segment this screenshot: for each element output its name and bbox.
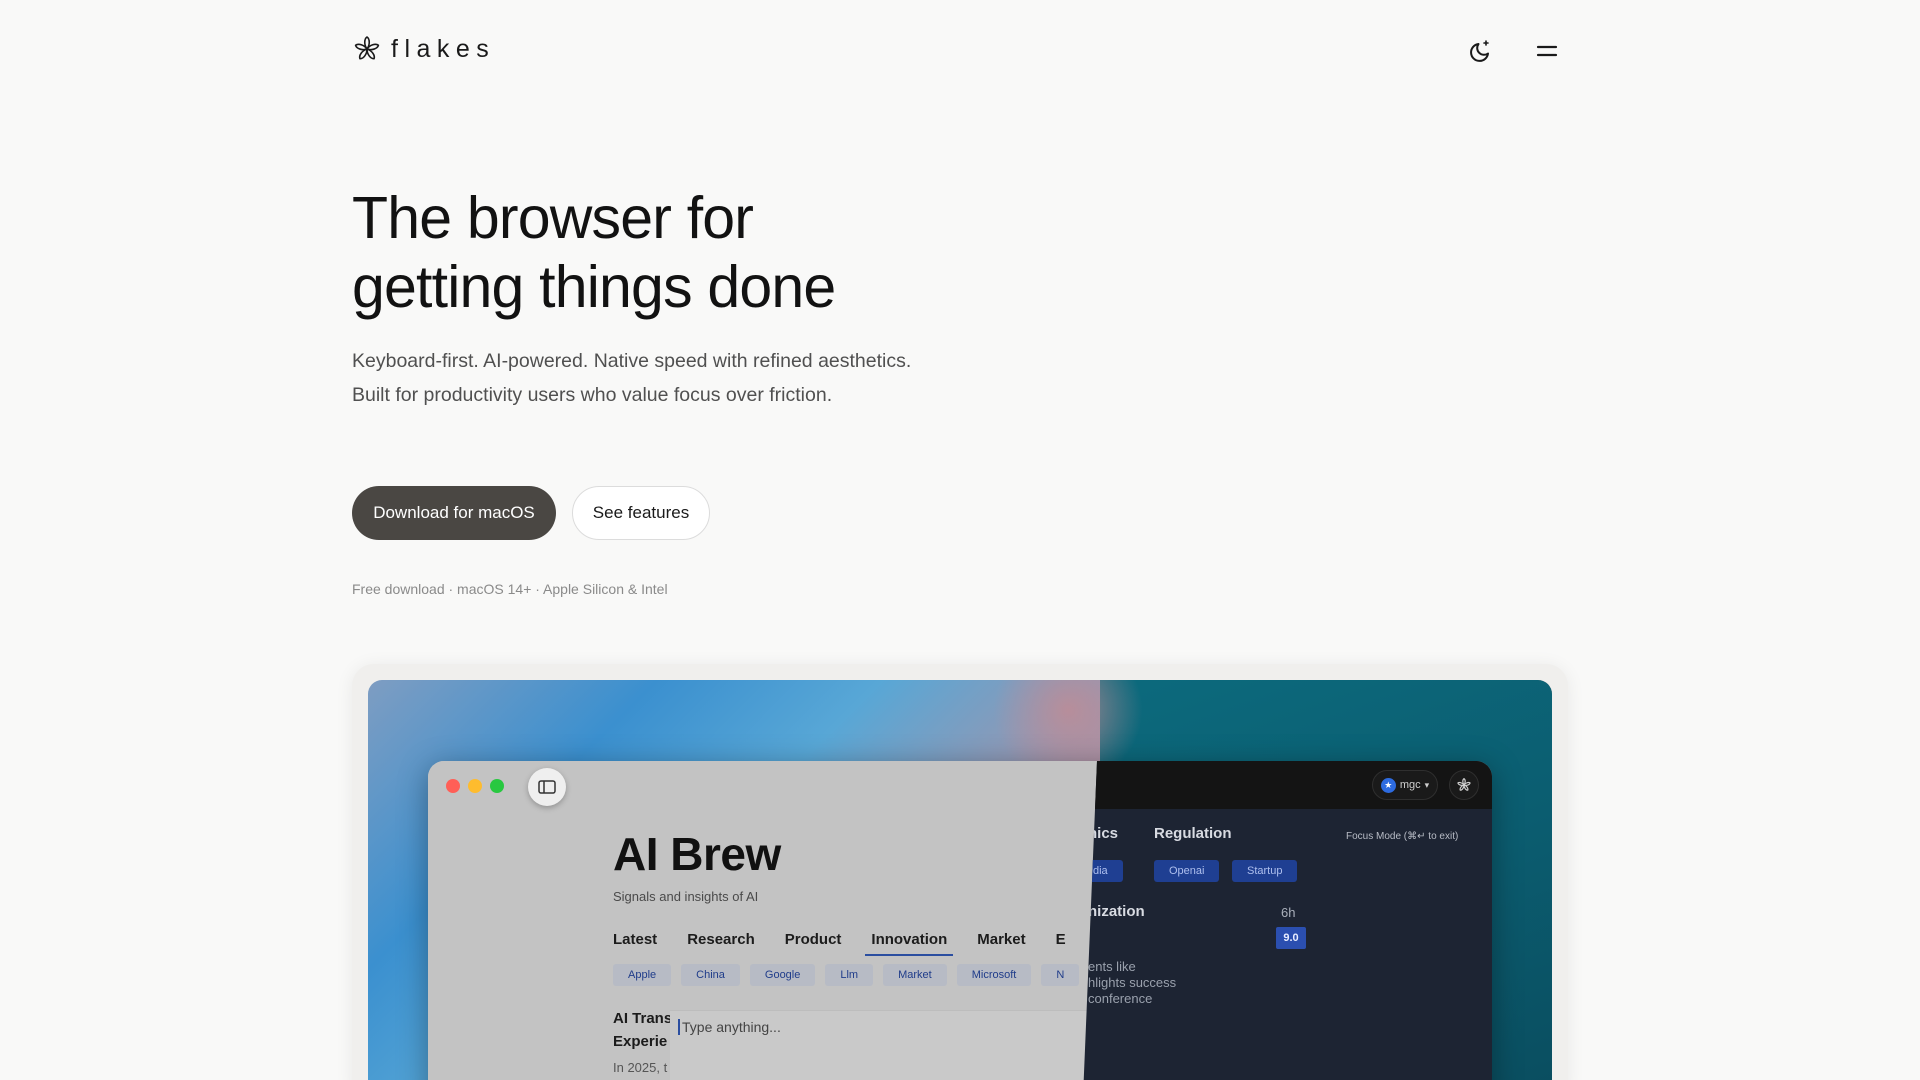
sidebar-icon bbox=[538, 780, 556, 794]
chip-apple[interactable]: Apple bbox=[613, 964, 672, 986]
theme-toggle-button[interactable] bbox=[1466, 36, 1496, 66]
top-nav: flakes bbox=[352, 34, 1562, 68]
menu-icon bbox=[1536, 45, 1558, 57]
hero-subtitle: Keyboard-first. AI-powered. Native speed… bbox=[352, 350, 912, 406]
flakes-menu-button[interactable] bbox=[1449, 770, 1479, 800]
tab-e-partial[interactable]: E bbox=[1056, 931, 1066, 948]
command-input[interactable]: Type anything... bbox=[678, 1019, 781, 1035]
tab-latest[interactable]: Latest bbox=[613, 931, 657, 948]
tab-research[interactable]: Research bbox=[687, 931, 755, 948]
chip-microsoft[interactable]: Microsoft bbox=[956, 964, 1032, 986]
star-icon: ★ bbox=[1380, 777, 1396, 793]
chip-n-partial[interactable]: N bbox=[1041, 964, 1080, 986]
hero-title: The browser for getting things done bbox=[352, 184, 1052, 322]
category-tabs: Latest Research Product Innovation Marke… bbox=[613, 931, 1096, 956]
moon-sparkle-icon bbox=[1470, 40, 1489, 62]
dark-chip-startup[interactable]: Startup bbox=[1232, 860, 1298, 882]
dark-text-line: ents like bbox=[1088, 959, 1136, 974]
article-snippet: In 2025, t bbox=[613, 1060, 668, 1075]
account-switcher[interactable]: ★ mgc ▾ bbox=[1372, 770, 1438, 800]
menu-button[interactable] bbox=[1532, 36, 1562, 66]
chip-china[interactable]: China bbox=[681, 964, 740, 986]
dark-article-time: 6h bbox=[1281, 905, 1296, 920]
dark-chip-openai[interactable]: Openai bbox=[1154, 860, 1220, 882]
dark-text-line: conference bbox=[1088, 991, 1153, 1006]
account-label: mgc bbox=[1399, 779, 1421, 791]
close-window-dot[interactable] bbox=[446, 779, 460, 793]
tab-innovation[interactable]: Innovation bbox=[865, 931, 954, 956]
logo-text: flakes bbox=[391, 34, 496, 63]
logo[interactable]: flakes bbox=[352, 34, 495, 64]
flake-icon bbox=[1457, 778, 1471, 791]
chip-google[interactable]: Google bbox=[749, 964, 816, 986]
hero-title-line1: The browser for bbox=[352, 185, 754, 251]
chip-market[interactable]: Market bbox=[883, 964, 947, 986]
browser-window: AI Brew Signals and insights of AI Lates… bbox=[428, 761, 1492, 1080]
dark-tab-regulation[interactable]: Regulation bbox=[1154, 825, 1232, 842]
hero-title-line2: getting things done bbox=[352, 254, 836, 320]
chevron-down-icon: ▾ bbox=[1424, 779, 1430, 790]
flake-logo-icon bbox=[354, 36, 380, 60]
site-title: AI Brew bbox=[613, 828, 781, 880]
chip-llm[interactable]: Llm bbox=[825, 964, 874, 986]
site-subtitle: Signals and insights of AI bbox=[613, 889, 759, 904]
tag-chips: Apple China Google Llm Market Microsoft … bbox=[613, 964, 1089, 986]
preview-screenshot: AI Brew Signals and insights of AI Lates… bbox=[368, 680, 1552, 1080]
zoom-window-dot[interactable] bbox=[490, 779, 504, 793]
tab-market[interactable]: Market bbox=[977, 931, 1025, 948]
score-badge: 9.0 bbox=[1276, 927, 1306, 949]
focus-mode-hint: Focus Mode (⌘↵ to exit) bbox=[1346, 831, 1459, 842]
dark-text-line: hlights success bbox=[1088, 975, 1177, 990]
minimize-window-dot[interactable] bbox=[468, 779, 482, 793]
see-features-button[interactable]: See features bbox=[572, 486, 710, 540]
sidebar-toggle-button[interactable] bbox=[528, 768, 566, 806]
download-macos-button[interactable]: Download for macOS bbox=[352, 486, 556, 540]
dark-article-heading[interactable]: nization bbox=[1088, 903, 1145, 920]
download-fine-print: Free download · macOS 14+ · Apple Silico… bbox=[352, 581, 668, 597]
tab-product[interactable]: Product bbox=[785, 931, 842, 948]
